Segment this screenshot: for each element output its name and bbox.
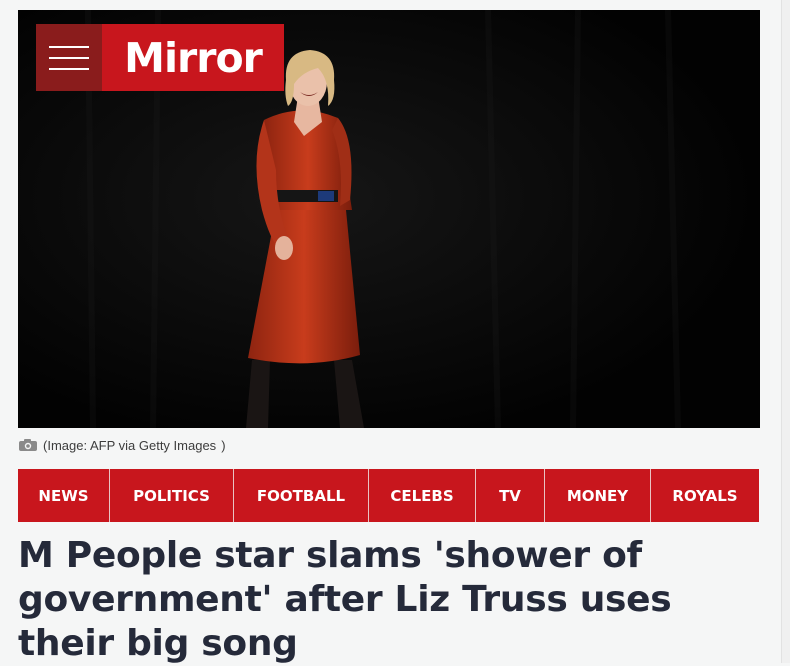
nav-item-money[interactable]: MONEY bbox=[545, 469, 651, 522]
article-headline: M People star slams 'shower of governmen… bbox=[18, 535, 672, 664]
caption-close-paren: ) bbox=[221, 437, 226, 453]
menu-line bbox=[49, 45, 89, 48]
caption-credit: Image: AFP via Getty Images bbox=[47, 437, 217, 453]
image-caption: ( Image: AFP via Getty Images) bbox=[18, 436, 226, 454]
nav-item-football[interactable]: FOOTBALL bbox=[234, 469, 369, 522]
menu-line bbox=[49, 56, 89, 59]
nav-item-tv[interactable]: TV bbox=[476, 469, 545, 522]
menu-line bbox=[49, 67, 89, 70]
page-scrollbar[interactable] bbox=[781, 0, 790, 663]
hamburger-icon[interactable] bbox=[36, 24, 102, 91]
camera-icon bbox=[19, 439, 37, 451]
nav-item-celebs[interactable]: CELEBS bbox=[369, 469, 476, 522]
section-nav: NEWS POLITICS FOOTBALL CELEBS TV MONEY R… bbox=[18, 469, 759, 522]
site-header-logo: Mirror bbox=[36, 24, 284, 91]
nav-item-politics[interactable]: POLITICS bbox=[110, 469, 234, 522]
nav-item-royals[interactable]: ROYALS bbox=[651, 469, 759, 522]
mirror-logo[interactable]: Mirror bbox=[102, 24, 284, 91]
nav-item-news[interactable]: NEWS bbox=[18, 469, 110, 522]
